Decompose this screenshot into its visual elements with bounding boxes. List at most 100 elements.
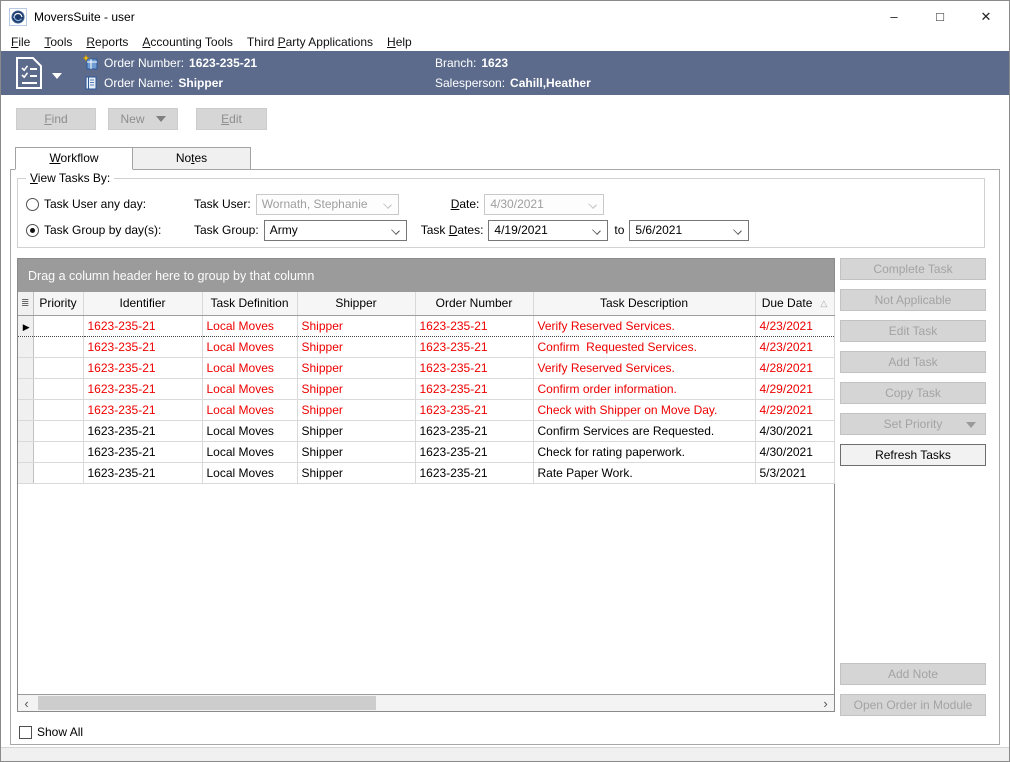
task-definition-cell: Local Moves [202, 462, 297, 483]
task-description-cell: Confirm Services are Requested. [533, 420, 755, 441]
sort-ascending-icon: △ [820, 298, 827, 309]
group-by-drop-zone[interactable]: Drag a column header here to group by th… [18, 259, 834, 292]
scroll-right-icon[interactable]: › [817, 695, 834, 711]
column-header-task-definition[interactable]: Task Definition [202, 292, 297, 315]
task-row[interactable]: ▶ 1623-235-21 Local Moves Shipper 1623-2… [18, 357, 834, 378]
tab-workflow[interactable]: Workflow [15, 147, 133, 170]
edit-task-button[interactable]: Edit Task [840, 320, 986, 342]
task-group-select[interactable]: Army [264, 220, 407, 241]
order-name-value: Shipper [178, 76, 223, 90]
show-all-label: Show All [37, 725, 83, 739]
task-definition-cell: Local Moves [202, 441, 297, 462]
identifier-cell: 1623-235-21 [83, 462, 202, 483]
menu-help[interactable]: Help [380, 35, 419, 49]
copy-task-button[interactable]: Copy Task [840, 382, 986, 404]
task-dates-from-select[interactable]: 4/19/2021 [488, 220, 608, 241]
new-dropdown-icon[interactable] [156, 116, 166, 122]
app-window: MoversSuite - user – □ ✕ File Tools Repo… [0, 0, 1010, 762]
show-all-row: Show All [19, 725, 999, 739]
order-info: Order Number: 1623-235-21 Order Name: Sh… [83, 54, 435, 92]
menu-third-party-applications[interactable]: Third Party Applications [240, 35, 380, 49]
column-header-shipper[interactable]: Shipper [297, 292, 415, 315]
due-date-cell: 4/30/2021 [755, 420, 834, 441]
priority-cell [33, 378, 83, 399]
identifier-cell: 1623-235-21 [83, 441, 202, 462]
due-date-cell: 4/23/2021 [755, 336, 834, 357]
menu-accounting-tools[interactable]: Accounting Tools [135, 35, 240, 49]
row-indicator-header-icon: ≣ [18, 292, 33, 315]
scrollbar-track[interactable] [35, 695, 817, 711]
column-header-priority[interactable]: Priority [33, 292, 83, 315]
scroll-left-icon[interactable]: ‹ [18, 695, 35, 711]
set-priority-button[interactable]: Set Priority [840, 413, 986, 435]
column-header-task-description[interactable]: Task Description [533, 292, 755, 315]
order-number-cell: 1623-235-21 [415, 315, 533, 336]
task-row[interactable]: ▶ 1623-235-21 Local Moves Shipper 1623-2… [18, 441, 834, 462]
column-header-due-date[interactable]: Due Date △ [755, 292, 834, 315]
date-select[interactable]: 4/30/2021 [484, 194, 604, 215]
chevron-down-icon [383, 200, 392, 209]
module-dropdown-icon[interactable] [52, 73, 62, 79]
set-priority-label: Set Priority [884, 417, 943, 431]
horizontal-scrollbar[interactable]: ‹ › [18, 694, 834, 711]
order-number-cell: 1623-235-21 [415, 420, 533, 441]
task-user-select[interactable]: Wornath, Stephanie [256, 194, 399, 215]
find-button[interactable]: Find [16, 108, 96, 130]
task-row[interactable]: ▶ 1623-235-21 Local Moves Shipper 1623-2… [18, 420, 834, 441]
task-description-cell: Verify Reserved Services. [533, 357, 755, 378]
task-description-cell: Check with Shipper on Move Day. [533, 399, 755, 420]
task-row[interactable]: ▶ 1623-235-21 Local Moves Shipper 1623-2… [18, 378, 834, 399]
task-group-value: Army [270, 223, 298, 237]
task-row[interactable]: ▶ 1623-235-21 Local Moves Shipper 1623-2… [18, 462, 834, 483]
order-header: Order Number: 1623-235-21 Order Name: Sh… [1, 51, 1009, 95]
minimize-button[interactable]: – [871, 1, 917, 32]
edit-button[interactable]: Edit [196, 108, 267, 130]
task-document-icon [15, 56, 43, 90]
task-dates-to-select[interactable]: 5/6/2021 [629, 220, 749, 241]
due-date-cell: 4/30/2021 [755, 441, 834, 462]
order-number-cell: 1623-235-21 [415, 441, 533, 462]
workflow-main: Drag a column header here to group by th… [17, 258, 999, 716]
branch-value: 1623 [481, 56, 508, 70]
new-button[interactable]: New [108, 108, 178, 130]
column-header-order-number[interactable]: Order Number [415, 292, 533, 315]
view-tasks-by-label: View Tasks By: [26, 171, 114, 185]
tab-notes[interactable]: Notes [133, 147, 251, 170]
priority-cell [33, 420, 83, 441]
set-priority-dropdown-icon[interactable] [966, 422, 976, 428]
task-row[interactable]: ▶ 1623-235-21 Local Moves Shipper 1623-2… [18, 315, 834, 336]
task-user-filter-row: Task User any day: Task User: Wornath, S… [26, 191, 984, 217]
shipper-cell: Shipper [297, 441, 415, 462]
order-number-cell: 1623-235-21 [415, 357, 533, 378]
add-note-button[interactable]: Add Note [840, 663, 986, 685]
priority-cell [33, 336, 83, 357]
window-title: MoversSuite - user [34, 10, 871, 24]
task-description-cell: Confirm Requested Services. [533, 336, 755, 357]
complete-task-button[interactable]: Complete Task [840, 258, 986, 280]
identifier-cell: 1623-235-21 [83, 315, 202, 336]
task-user-radio[interactable] [26, 198, 39, 211]
maximize-button[interactable]: □ [917, 1, 963, 32]
shipper-cell: Shipper [297, 399, 415, 420]
close-button[interactable]: ✕ [963, 1, 1009, 32]
show-all-checkbox[interactable] [19, 726, 32, 739]
column-header-identifier[interactable]: Identifier [83, 292, 202, 315]
open-order-in-module-button[interactable]: Open Order in Module [840, 694, 986, 716]
toolbar: Find New Edit [16, 108, 1009, 130]
refresh-tasks-button[interactable]: Refresh Tasks [840, 444, 986, 466]
task-group-radio[interactable] [26, 224, 39, 237]
identifier-cell: 1623-235-21 [83, 357, 202, 378]
app-icon [9, 8, 27, 26]
priority-cell [33, 462, 83, 483]
task-row[interactable]: ▶ 1623-235-21 Local Moves Shipper 1623-2… [18, 336, 834, 357]
add-task-button[interactable]: Add Task [840, 351, 986, 373]
menu-file[interactable]: File [4, 35, 37, 49]
module-selector[interactable] [15, 56, 83, 90]
task-row[interactable]: ▶ 1623-235-21 Local Moves Shipper 1623-2… [18, 399, 834, 420]
order-name-icon [83, 75, 99, 91]
moverssuite-logo-icon [11, 10, 25, 24]
not-applicable-button[interactable]: Not Applicable [840, 289, 986, 311]
menu-reports[interactable]: Reports [79, 35, 135, 49]
menu-tools[interactable]: Tools [37, 35, 79, 49]
scrollbar-thumb[interactable] [38, 696, 376, 710]
